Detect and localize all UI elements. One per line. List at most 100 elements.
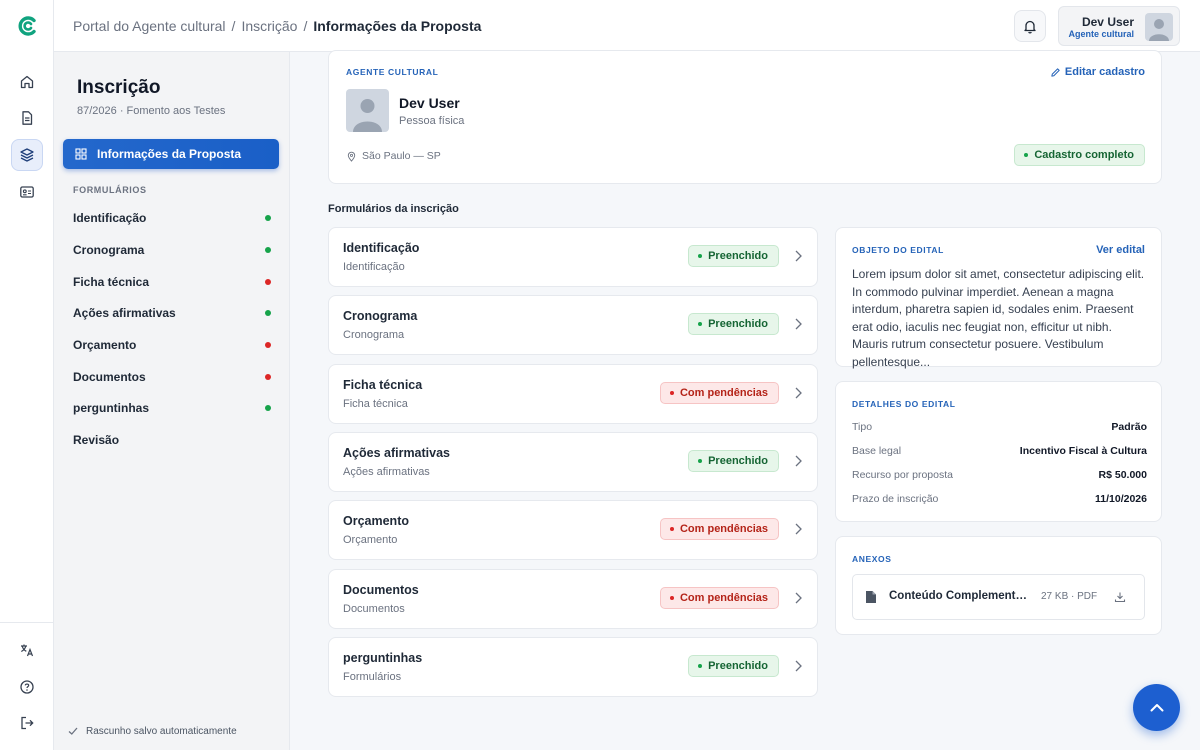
detail-row: Prazo de inscrição 11/10/2026 (852, 493, 1147, 505)
user-menu[interactable]: Dev User Agente cultural (1058, 6, 1180, 46)
chevron-up-icon (1150, 703, 1163, 711)
form-card-identificacao[interactable]: Identificação Identificação Preenchido (328, 227, 818, 287)
detail-value: Incentivo Fiscal à Cultura (1019, 445, 1147, 457)
status-badge: Preenchido (688, 450, 779, 472)
form-card-perguntinhas[interactable]: perguntinhas Formulários Preenchido (328, 637, 818, 697)
status-dot (265, 279, 271, 285)
form-subtitle: Cronograma (343, 329, 405, 341)
sidebar-item-label: perguntinhas (73, 401, 150, 415)
form-title: Ações afirmativas (343, 446, 451, 460)
status-badge: Preenchido (688, 655, 779, 677)
form-card-acoes-afirmativas[interactable]: Ações afirmativas Ações afirmativas Pree… (328, 432, 818, 492)
agent-type: Pessoa física (399, 115, 465, 127)
form-title: perguntinhas (343, 651, 423, 665)
user-role: Agente cultural (1068, 29, 1134, 39)
document-icon[interactable] (11, 102, 43, 134)
form-subtitle: Ficha técnica (343, 398, 408, 410)
main-content: AGENTE CULTURAL Editar cadastro Dev User… (290, 50, 1200, 750)
layers-icon[interactable] (11, 139, 43, 171)
pencil-icon (1051, 67, 1060, 77)
chevron-right-icon (795, 523, 802, 535)
top-bar: Portal do Agente cultural / Inscrição / Info… (54, 0, 1200, 52)
detail-value: Padrão (1111, 421, 1147, 433)
status-badge-label: Com pendências (679, 592, 768, 604)
detail-key: Base legal (852, 445, 902, 457)
form-title: Orçamento (343, 514, 409, 528)
view-edital-link[interactable]: Ver edital (1096, 244, 1145, 256)
form-subtitle: Formulários (343, 671, 402, 683)
detail-value: 11/10/2026 (1095, 493, 1147, 505)
status-dot (265, 310, 271, 316)
agent-location-text: São Paulo — SP (362, 150, 441, 162)
sidebar-item-label: Identificação (73, 211, 147, 225)
sidebar-item-documentos[interactable]: Documentos (73, 367, 271, 387)
form-card-cronograma[interactable]: Cronograma Cronograma Preenchido (328, 295, 818, 355)
sidebar-item-acoes-afirmativas[interactable]: Ações afirmativas (73, 303, 271, 323)
sidebar-item-informacoes-proposta[interactable]: Informações da Proposta (63, 139, 279, 169)
detail-key: Recurso por proposta (852, 469, 953, 481)
status-dot (265, 215, 271, 221)
translate-icon[interactable] (11, 634, 43, 666)
agent-card: AGENTE CULTURAL Editar cadastro Dev User… (328, 50, 1162, 184)
agent-name: Dev User (399, 95, 460, 111)
breadcrumb-inscricao[interactable]: Inscrição (241, 18, 297, 34)
sidebar-section-label: FORMULÁRIOS (73, 185, 147, 195)
status-badge-label: Com pendências (679, 523, 768, 535)
sidebar-item-label: Cronograma (73, 243, 145, 257)
chevron-right-icon (795, 318, 802, 330)
status-badge-label: Preenchido (708, 250, 768, 262)
download-icon[interactable] (1114, 591, 1126, 603)
edit-profile-label: Editar cadastro (1064, 66, 1145, 78)
scroll-to-top-button[interactable] (1133, 684, 1180, 731)
status-badge: Preenchido (688, 313, 779, 335)
sidebar-item-perguntinhas[interactable]: perguntinhas (73, 398, 271, 418)
sidebar-item-label: Informações da Proposta (97, 147, 242, 161)
avatar (1145, 13, 1173, 41)
breadcrumb: Portal do Agente cultural / Inscrição / Info… (73, 18, 481, 34)
autosave-status: Rascunho salvo automaticamente (67, 725, 237, 737)
location-pin-icon (347, 151, 356, 162)
form-subtitle: Identificação (343, 261, 405, 273)
rail-divider (0, 622, 54, 623)
sidebar-item-cronograma[interactable]: Cronograma (73, 240, 271, 260)
status-badge-label: Preenchido (708, 318, 768, 330)
sidebar-item-label: Revisão (73, 433, 120, 447)
agent-location: São Paulo — SP (346, 150, 441, 162)
edit-profile-link[interactable]: Editar cadastro (1050, 66, 1145, 78)
inscricao-sidebar: Inscrição 87/2026 · Fomento aos Testes I… (54, 52, 290, 750)
sidebar-item-revisao[interactable]: Revisão (73, 430, 271, 450)
status-dot (265, 342, 271, 348)
attachment-item[interactable]: Conteúdo Complementar do Edital 27 KB · … (852, 574, 1145, 620)
status-badge-label: Preenchido (708, 455, 768, 467)
sidebar-subtitle: 87/2026 · Fomento aos Testes (77, 105, 226, 117)
status-dot (265, 374, 271, 380)
id-card-icon[interactable] (11, 176, 43, 208)
breadcrumb-portal[interactable]: Portal do Agente cultural (73, 18, 226, 34)
attachment-meta: 27 KB · PDF (1041, 591, 1098, 602)
breadcrumb-separator: / (231, 18, 236, 34)
file-icon (866, 591, 876, 603)
status-dot (265, 247, 271, 253)
logout-icon[interactable] (11, 707, 43, 739)
edital-object-card: OBJETO DO EDITAL Ver edital Lorem ipsum … (835, 227, 1162, 369)
notifications-button[interactable] (1014, 10, 1046, 42)
sidebar-item-label: Ações afirmativas (73, 306, 176, 320)
sidebar-item-ficha-tecnica[interactable]: Ficha técnica (73, 272, 271, 292)
detail-row: Base legal Incentivo Fiscal à Cultura (852, 445, 1147, 457)
chevron-right-icon (795, 250, 802, 262)
status-badge: Com pendências (659, 518, 779, 540)
sidebar-item-orcamento[interactable]: Orçamento (73, 335, 271, 355)
home-icon[interactable] (11, 66, 43, 98)
form-title: Cronograma (343, 309, 418, 323)
form-card-ficha-tecnica[interactable]: Ficha técnica Ficha técnica Com pendênci… (328, 364, 818, 424)
chevron-right-icon (795, 592, 802, 604)
detail-value: R$ 50.000 (1098, 469, 1147, 481)
help-icon[interactable] (11, 671, 43, 703)
form-card-orcamento[interactable]: Orçamento Orçamento Com pendências (328, 500, 818, 560)
form-card-documentos[interactable]: Documentos Documentos Com pendências (328, 569, 818, 629)
grid-icon (75, 148, 87, 160)
sidebar-item-identificacao[interactable]: Identificação (73, 208, 271, 228)
breadcrumb-current: Informações da Proposta (313, 18, 482, 34)
chevron-right-icon (795, 387, 802, 399)
status-badge: Cadastro completo (1014, 144, 1145, 166)
